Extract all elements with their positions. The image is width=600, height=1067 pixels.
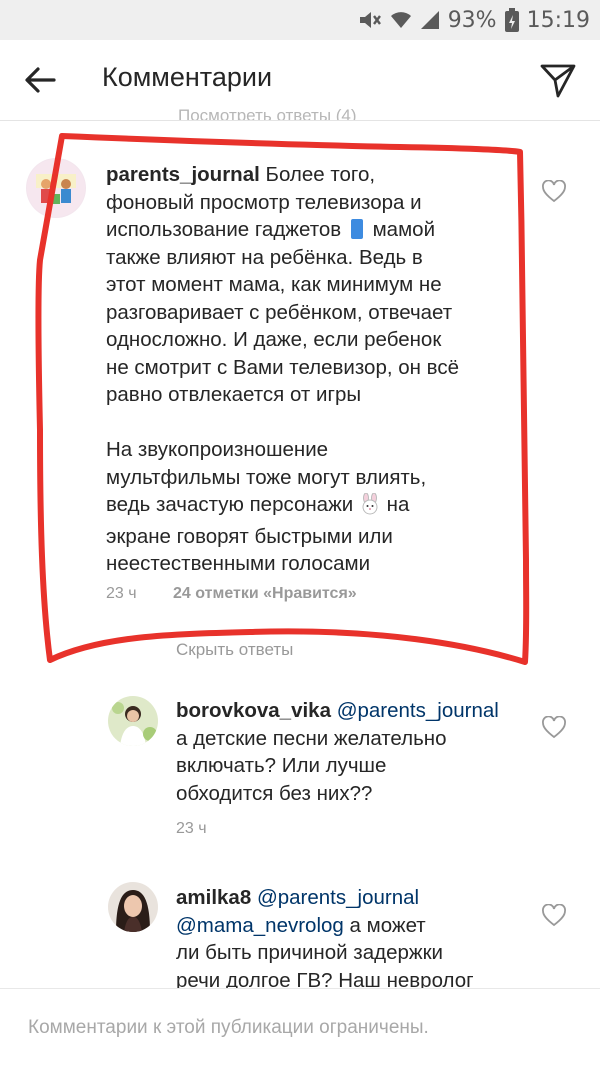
battery-percent: 93% — [447, 7, 497, 33]
heart-icon[interactable] — [541, 180, 567, 204]
wifi-icon — [390, 12, 411, 28]
comment-line: также влияют на ребёнка. Ведь в — [106, 245, 423, 269]
comment-line: parents_journal Более того, — [106, 161, 536, 189]
avatar-picture — [108, 882, 158, 932]
battery-icon — [504, 8, 519, 32]
comment-line: ли быть причиной задержки — [176, 941, 444, 964]
comment-line: равно отвлекается от игры — [106, 383, 362, 406]
comment-line: borovkova_vika @parents_journal — [176, 697, 536, 725]
comment-text: amilka8 @parents_journal @mama_nevrolog … — [176, 884, 536, 994]
heart-icon[interactable] — [541, 716, 567, 740]
mention-link[interactable]: @parents_journal — [257, 886, 419, 909]
comment-meta: 23 ч — [176, 820, 207, 838]
arrow-left-icon[interactable] — [22, 62, 58, 98]
hide-replies-link[interactable]: Скрыть ответы — [176, 640, 293, 660]
mobile-phone-emoji-icon — [350, 219, 363, 239]
avatar[interactable] — [108, 882, 158, 932]
clock: 15:19 — [526, 7, 590, 33]
status-bar: 93% 15:19 — [0, 0, 600, 40]
comment-line-text: ведь зачастую персонажи — [106, 493, 354, 516]
comment-line: amilka8 @parents_journal — [176, 884, 536, 912]
avatar[interactable] — [108, 696, 158, 746]
comment-line-text: Более того, — [265, 163, 376, 186]
comments-restricted-bar: Комментарии к этой публикации ограничены… — [0, 988, 600, 1067]
comment-line-text: на — [386, 493, 410, 516]
comment-meta: 23 ч 24 отметки «Нравится» — [106, 585, 357, 603]
avatar-picture — [27, 159, 85, 217]
heart-icon[interactable] — [541, 904, 567, 928]
mention-link[interactable]: @parents_journal — [337, 699, 499, 722]
paper-plane-icon[interactable] — [538, 60, 578, 100]
comment-text: borovkova_vika @parents_journal а детски… — [176, 697, 536, 807]
comment-line: На звукопроизношение — [106, 438, 329, 461]
comment-line: @mama_nevrolog а может — [176, 912, 536, 940]
page-title: Комментарии — [102, 62, 273, 92]
comment-line: экране говорят быстрыми или — [106, 524, 393, 548]
comment-time: 23 ч — [176, 820, 207, 837]
comment-time: 23 ч — [106, 585, 137, 602]
comment-line: неестественными голосами — [106, 552, 371, 575]
comment-line: этот момент мама, как минимум не — [106, 273, 442, 296]
comment-line: не смотрит с Вами телевизор, он всё — [106, 355, 459, 379]
signal-icon — [420, 11, 439, 29]
comment-line: фоновый просмотр телевизора и — [106, 190, 422, 214]
comment-username[interactable]: amilka8 — [176, 886, 251, 909]
avatar-picture — [108, 696, 158, 746]
comment-line: односложно. И даже, если ребенок — [106, 328, 442, 351]
comment-line: мультфильмы тоже могут влиять, — [106, 465, 427, 489]
comment-line: разговаривает с ребёнком, отвечает — [106, 300, 453, 324]
comment-text: parents_journal Более того, фоновый прос… — [106, 161, 536, 578]
comment-username[interactable]: borovkova_vika — [176, 699, 331, 722]
mention-link[interactable]: @mama_nevrolog — [176, 914, 344, 937]
comment-line: обходится без них?? — [176, 781, 373, 805]
comments-restricted-text: Комментарии к этой публикации ограничены… — [28, 1017, 429, 1038]
comment-line-text: а может — [349, 913, 426, 937]
comment-line-text: использование гаджетов — [106, 218, 342, 241]
status-icons: 93% 15:19 — [358, 6, 590, 34]
rabbit-face-emoji-icon — [359, 492, 381, 523]
likes-count[interactable]: 24 отметки «Нравится» — [173, 585, 357, 602]
view-replies-link[interactable]: Посмотреть ответы (4) — [178, 106, 357, 120]
comment-line: включать? Или лучше — [176, 754, 387, 777]
comment-line: использование гаджетов мамой — [106, 216, 536, 244]
comment-line-text: мамой — [372, 218, 436, 241]
avatar[interactable] — [26, 158, 86, 218]
comment-username[interactable]: parents_journal — [106, 163, 260, 186]
comment-line: ведь зачастую персонажи на — [106, 491, 536, 523]
mute-icon — [359, 12, 381, 28]
comment-line: а детские песни желательно — [176, 726, 447, 750]
